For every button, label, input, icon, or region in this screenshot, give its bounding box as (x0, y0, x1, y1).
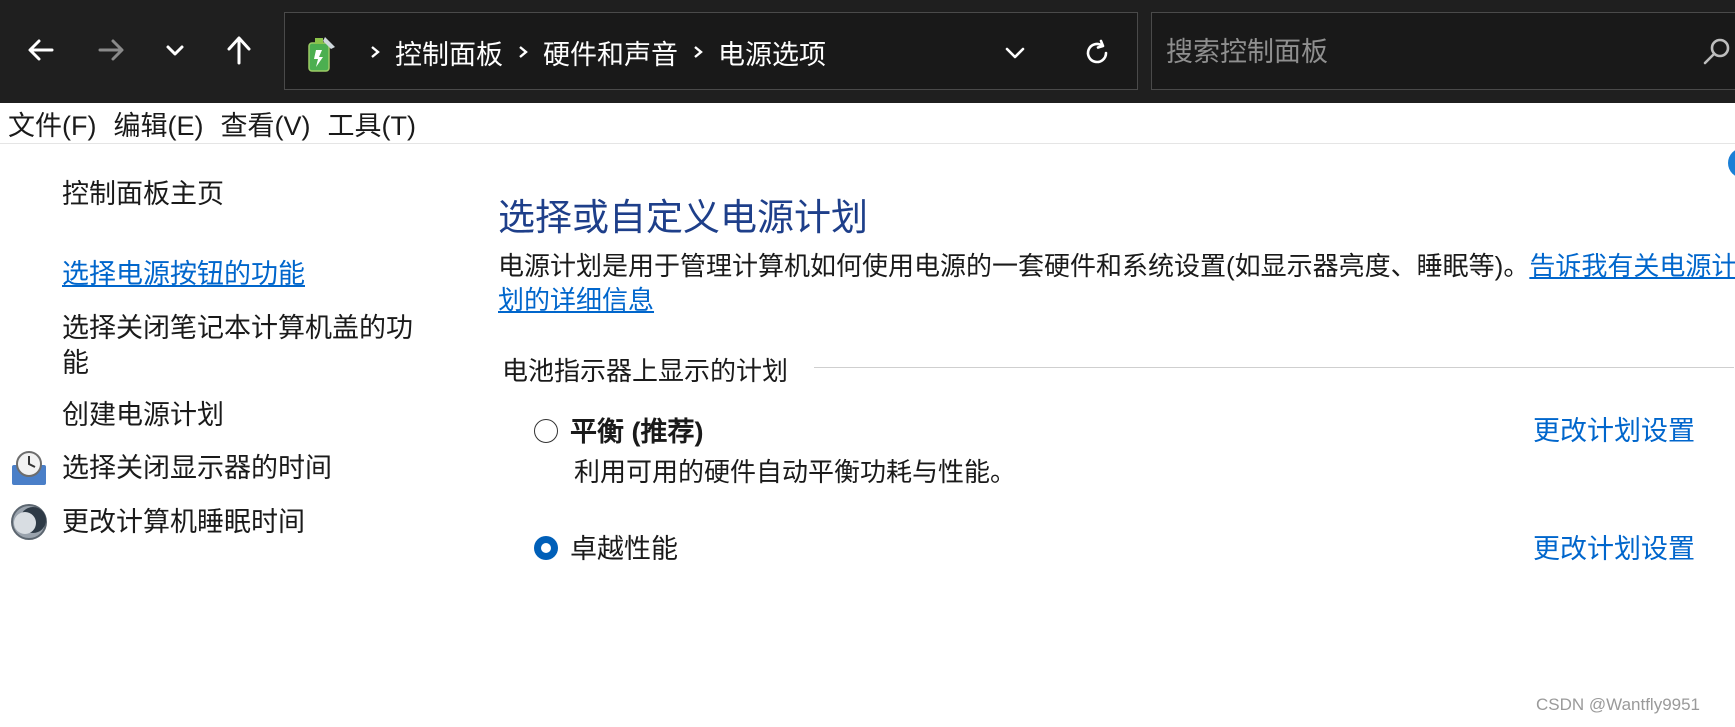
breadcrumb-item-hardware-sound[interactable]: 硬件和声音 (543, 33, 678, 72)
watermark: CSDN @Wantfly9951 (1536, 695, 1701, 714)
chevron-down-icon (1005, 47, 1025, 59)
lid-close-function-link[interactable]: 选择关闭笔记本计算机盖的功能 (62, 311, 422, 381)
control-panel-home-link[interactable]: 控制面板主页 (62, 177, 224, 212)
task-pane: 控制面板主页 选择电源按钮的功能 选择关闭笔记本计算机盖的功能 创建电源计划 选… (0, 145, 440, 727)
search-input[interactable] (1164, 27, 1688, 77)
create-power-plan-link[interactable]: 创建电源计划 (62, 398, 224, 433)
address-toolbar: 控制面板 硬件和声音 电源选项 (0, 0, 1735, 103)
forward-button[interactable] (86, 25, 136, 75)
breadcrumb-item-power-options[interactable]: 电源选项 (718, 33, 826, 72)
up-button[interactable] (214, 25, 264, 75)
search-box[interactable] (1151, 12, 1735, 90)
main-content: 选择或自定义电源计划 电源计划是用于管理计算机如何使用电源的一套硬件和系统设置(… (498, 145, 1735, 727)
menu-bar: 文件(F) 编辑(E) 查看(V) 工具(T) (0, 103, 1735, 144)
power-button-function-link[interactable]: 选择电源按钮的功能 (62, 257, 305, 292)
page-title: 选择或自定义电源计划 (498, 197, 868, 238)
sleep-time-link[interactable]: 更改计算机睡眠时间 (62, 505, 305, 540)
forward-arrow-icon (98, 39, 124, 61)
plan-balanced-name[interactable]: 平衡 (推荐) (570, 410, 703, 449)
battery-meter-plans-label: 电池指示器上显示的计划 (502, 351, 803, 388)
display-clock-icon (12, 451, 46, 485)
up-arrow-icon (227, 36, 251, 65)
display-off-time-link[interactable]: 选择关闭显示器的时间 (62, 451, 332, 486)
search-icon[interactable] (1700, 35, 1734, 69)
menu-tools[interactable]: 工具(T) (319, 104, 424, 143)
refresh-icon (1086, 39, 1108, 64)
menu-file[interactable]: 文件(F) (0, 104, 105, 143)
breadcrumb: 控制面板 硬件和声音 电源选项 (355, 13, 826, 91)
breadcrumb-item-control-panel[interactable]: 控制面板 (395, 33, 503, 72)
chevron-down-icon (166, 45, 184, 56)
power-options-icon (308, 37, 335, 72)
breadcrumb-separator-icon[interactable] (517, 44, 529, 60)
description-text: 电源计划是用于管理计算机如何使用电源的一套硬件和系统设置(如显示器亮度、睡眠等)… (498, 251, 1530, 281)
breadcrumb-separator-icon[interactable] (692, 44, 704, 60)
page-description: 电源计划是用于管理计算机如何使用电源的一套硬件和系统设置(如显示器亮度、睡眠等)… (498, 249, 1735, 317)
back-button[interactable] (16, 25, 66, 75)
breadcrumb-separator-icon[interactable] (369, 44, 381, 60)
group-divider (814, 367, 1734, 368)
address-history-button[interactable] (995, 33, 1035, 73)
plan-balanced-desc: 利用可用的硬件自动平衡功耗与性能。 (574, 457, 1017, 487)
menu-view[interactable]: 查看(V) (212, 104, 319, 143)
recent-locations-button[interactable] (150, 25, 200, 75)
address-bar[interactable]: 控制面板 硬件和声音 电源选项 (284, 12, 1138, 90)
plan-ultimate-settings-link[interactable]: 更改计划设置 (1533, 527, 1695, 566)
plan-balanced-settings-link[interactable]: 更改计划设置 (1533, 409, 1695, 448)
menu-edit[interactable]: 编辑(E) (105, 104, 212, 143)
back-arrow-icon (28, 39, 54, 61)
plan-ultimate-name[interactable]: 卓越性能 (570, 527, 678, 566)
refresh-button[interactable] (1075, 31, 1119, 75)
plan-balanced-radio[interactable] (534, 419, 558, 443)
plan-ultimate-radio[interactable] (534, 536, 558, 560)
sleep-moon-icon (11, 504, 47, 540)
